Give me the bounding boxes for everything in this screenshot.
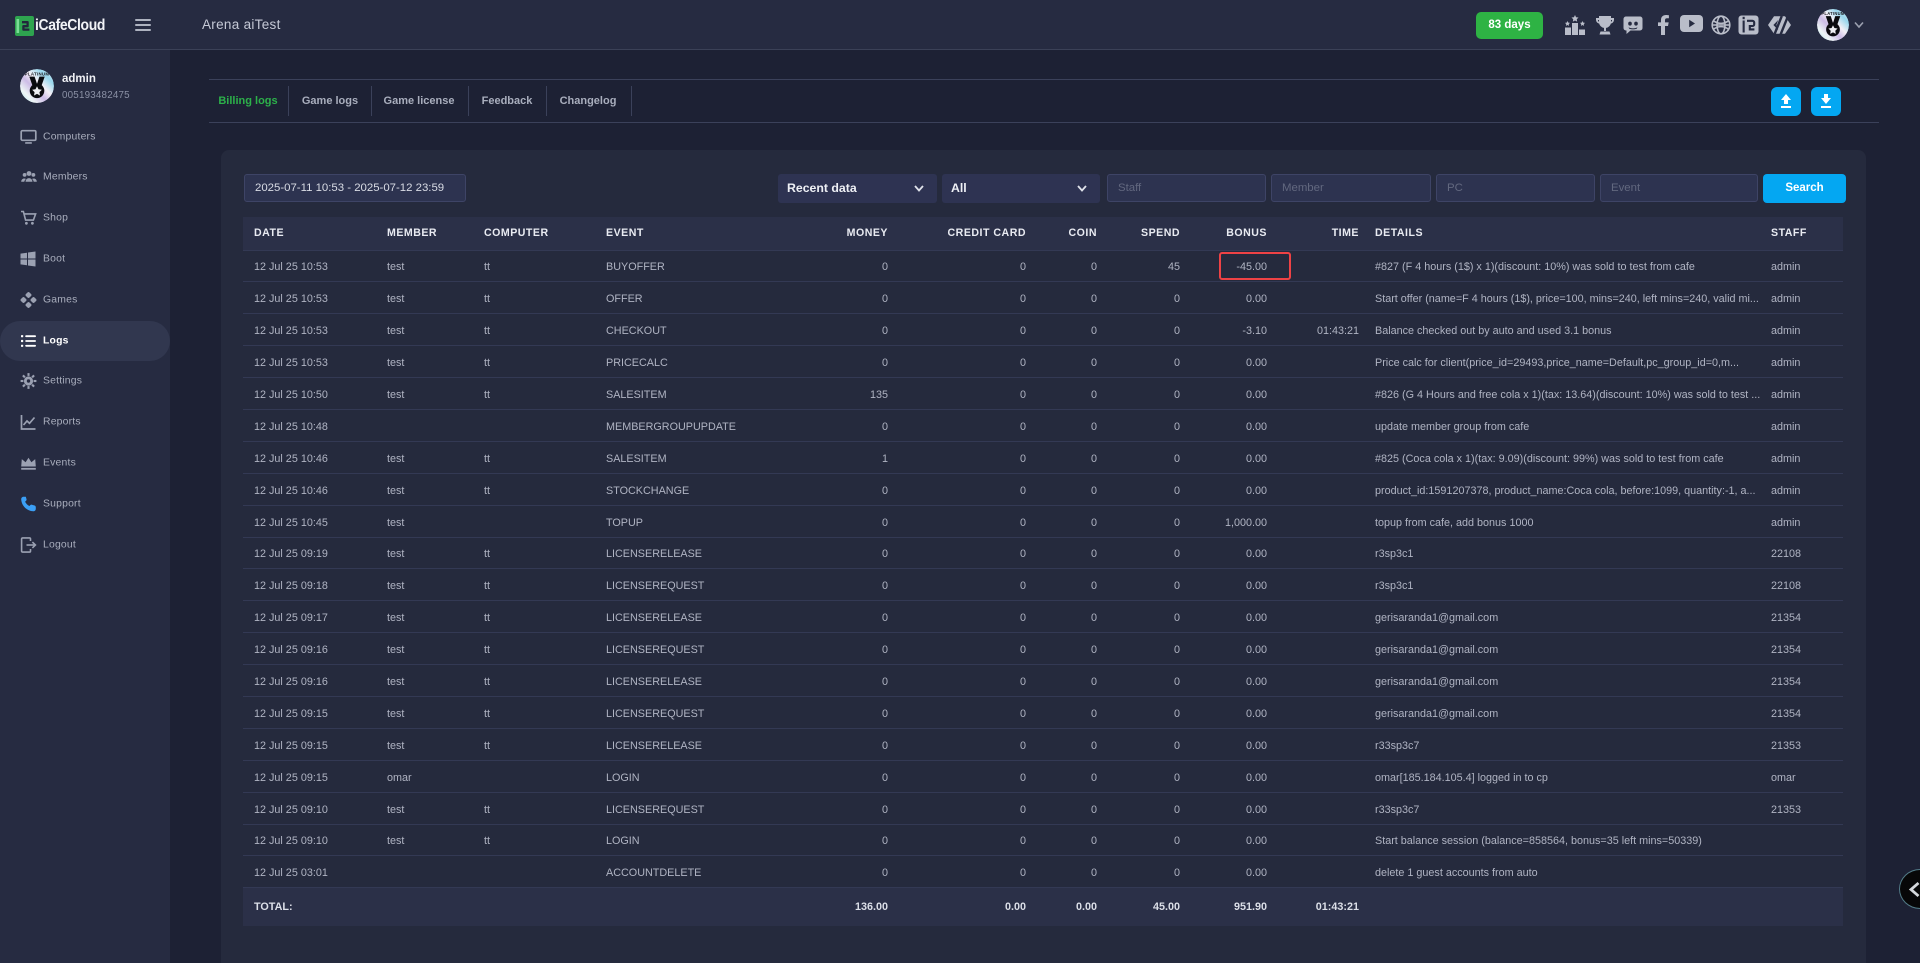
svg-text:PLATINUM: PLATINUM [1821, 11, 1845, 16]
svg-text:PLATINUM: PLATINUM [25, 72, 50, 77]
